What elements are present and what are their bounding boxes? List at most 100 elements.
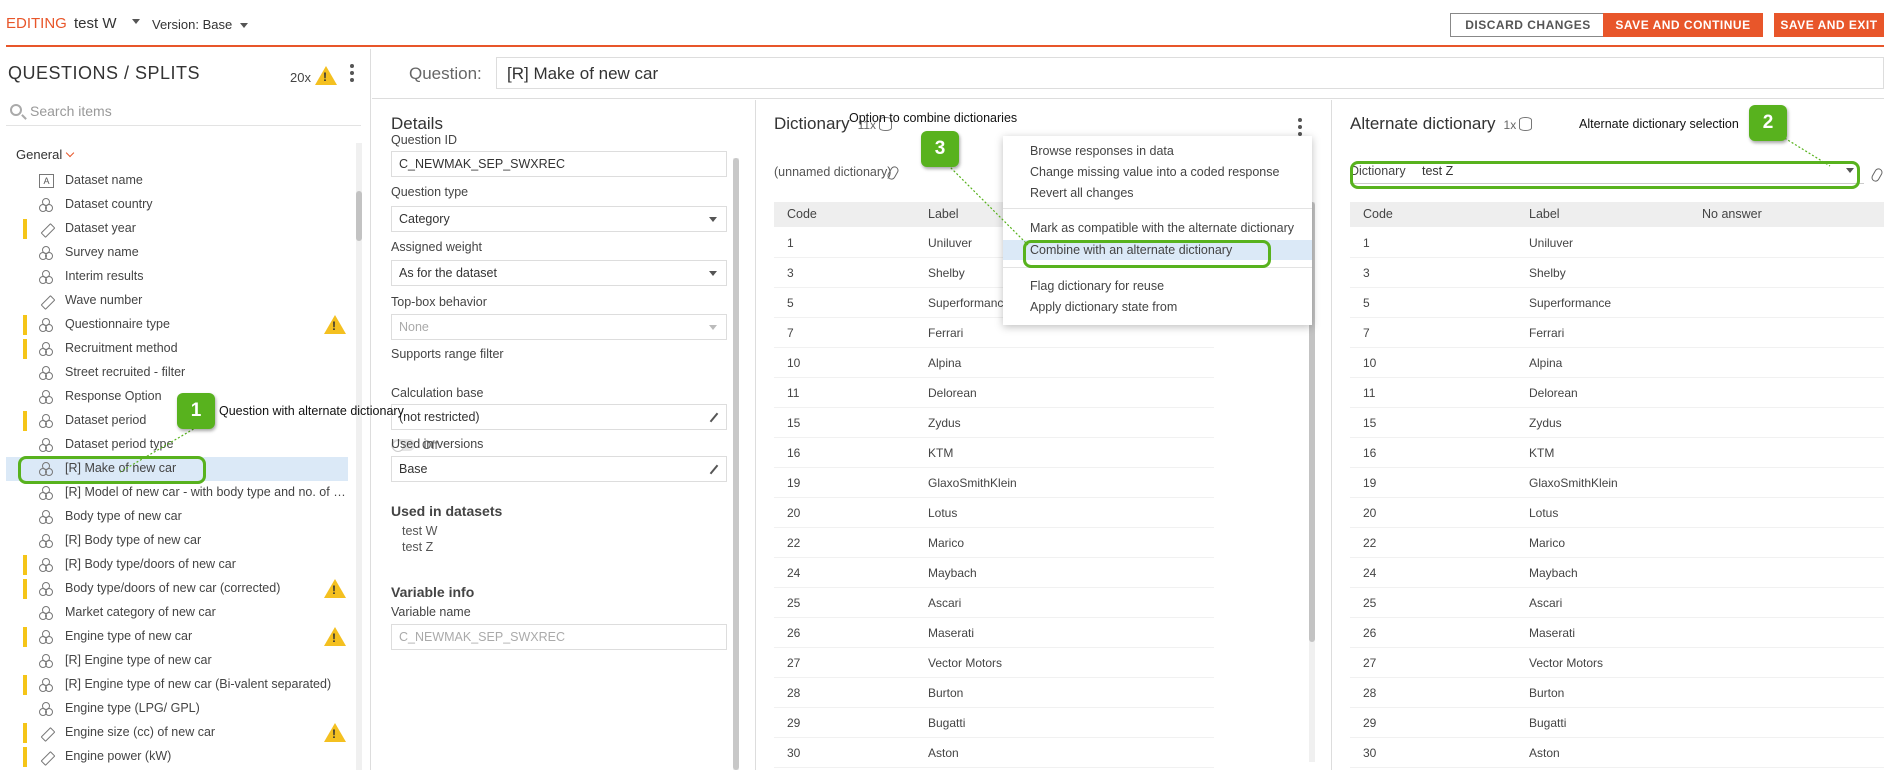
menu-item-change-missing-value[interactable]: Change missing value into a coded respon…	[1003, 162, 1312, 182]
table-row[interactable]: 11 Delorean	[1350, 378, 1884, 408]
menu-item-browse-responses[interactable]: Browse responses in data	[1003, 141, 1312, 161]
question-type-select[interactable]: Category	[391, 206, 727, 232]
table-row[interactable]: 29 Bugatti	[774, 708, 1214, 738]
dataset-selector[interactable]: test W	[74, 15, 117, 32]
list-item-label[interactable]: Dataset name	[65, 173, 347, 187]
table-row[interactable]: 28 Burton	[1350, 678, 1884, 708]
list-item-label[interactable]: [R] Body type/doors of new car	[65, 557, 347, 571]
warning-icon[interactable]	[324, 627, 346, 646]
scrollbar[interactable]	[356, 143, 362, 770]
table-row[interactable]: 24 Maybach	[774, 558, 1214, 588]
list-item[interactable]: [R] Engine type of new car	[6, 649, 348, 673]
menu-item-revert-changes[interactable]: Revert all changes	[1003, 183, 1312, 203]
pencil-icon[interactable]	[709, 464, 719, 475]
list-item-label[interactable]: [R] Engine type of new car	[65, 653, 347, 667]
topbox-select[interactable]: None	[391, 314, 727, 340]
table-row[interactable]: 19 GlaxoSmithKlein	[774, 468, 1214, 498]
column-code[interactable]: Code	[1363, 207, 1393, 221]
list-item[interactable]: Body type of new car	[6, 505, 348, 529]
list-item[interactable]: Dataset country	[6, 193, 348, 217]
question-type-value[interactable]: Category	[399, 212, 450, 226]
list-item[interactable]: Street recruited - filter	[6, 361, 348, 385]
list-item[interactable]: [R] Body type of new car	[6, 529, 348, 553]
list-item-label[interactable]: Engine size (cc) of new car	[65, 725, 347, 739]
list-item-label[interactable]: Market category of new car	[65, 605, 347, 619]
list-item[interactable]: Engine type (LPG/ GPL)	[6, 697, 348, 721]
menu-item-mark-compatible[interactable]: Mark as compatible with the alternate di…	[1003, 218, 1312, 238]
list-item-label[interactable]: Wave number	[65, 293, 347, 307]
list-item-label[interactable]: [R] Model of new car - with body type an…	[65, 485, 347, 499]
list-item-label[interactable]: Survey name	[65, 245, 347, 259]
versions-value[interactable]: Base	[399, 462, 428, 476]
list-item-label[interactable]: Questionnaire type	[65, 317, 347, 331]
version-label[interactable]: Version: Base	[152, 17, 232, 32]
table-row[interactable]: 16 KTM	[1350, 438, 1884, 468]
table-row[interactable]: 20 Lotus	[774, 498, 1214, 528]
warning-icon[interactable]	[324, 315, 346, 334]
pencil-icon[interactable]	[709, 412, 719, 423]
table-row[interactable]: 7 Ferrari	[1350, 318, 1884, 348]
question-field[interactable]: [R] Make of new car	[496, 57, 1884, 89]
list-item-label[interactable]: Interim results	[65, 269, 347, 283]
table-row[interactable]: 1 Uniluver	[1350, 228, 1884, 258]
table-row[interactable]: 30 Aston	[1350, 738, 1884, 768]
table-row[interactable]: 26 Maserati	[1350, 618, 1884, 648]
list-item[interactable]: Interim results	[6, 265, 348, 289]
table-row[interactable]: 28 Burton	[774, 678, 1214, 708]
list-item[interactable]: Dataset period type	[6, 433, 348, 457]
list-item[interactable]: [R] Model of new car - with body type an…	[6, 481, 348, 505]
list-item[interactable]: Recruitment method	[6, 337, 348, 361]
list-item-label[interactable]: Engine type (LPG/ GPL)	[65, 701, 347, 715]
table-row[interactable]: 3 Shelby	[1350, 258, 1884, 288]
list-item-label[interactable]: Body type/doors of new car (corrected)	[65, 581, 347, 595]
column-label[interactable]: Label	[928, 207, 959, 221]
scrollbar[interactable]	[733, 158, 739, 770]
list-item[interactable]: Market category of new car	[6, 601, 348, 625]
chevron-down-icon[interactable]	[240, 23, 249, 29]
save-and-continue-button[interactable]: SAVE AND CONTINUE	[1603, 13, 1763, 37]
save-and-exit-button[interactable]: SAVE AND EXIT	[1774, 13, 1884, 37]
version-selector[interactable]: Version: Base	[152, 17, 249, 32]
list-item[interactable]: [R] Body type/doors of new car	[6, 553, 348, 577]
list-item[interactable]: A Dataset name	[6, 169, 348, 193]
table-row[interactable]: 25 Ascari	[774, 588, 1214, 618]
search-placeholder[interactable]: Search items	[30, 103, 112, 119]
column-code[interactable]: Code	[787, 207, 817, 221]
list-item-label[interactable]: Engine type of new car	[65, 629, 347, 643]
list-item-label[interactable]: [R] Body type of new car	[65, 533, 347, 547]
column-label[interactable]: Label	[1529, 207, 1560, 221]
table-row[interactable]: 10 Alpina	[1350, 348, 1884, 378]
list-item-label[interactable]: Body type of new car	[65, 509, 347, 523]
list-item-label[interactable]: Recruitment method	[65, 341, 347, 355]
list-item-label[interactable]: [R] Engine type of new car (Bi-valent se…	[65, 677, 347, 691]
table-row[interactable]: 5 Superformance	[1350, 288, 1884, 318]
table-row[interactable]: 27 Vector Motors	[1350, 648, 1884, 678]
table-row[interactable]: 15 Zydus	[1350, 408, 1884, 438]
list-item-label[interactable]: Dataset year	[65, 221, 347, 235]
list-item[interactable]: Dataset year	[6, 217, 348, 241]
list-item-label[interactable]: Dataset country	[65, 197, 347, 211]
question-id-value[interactable]: C_NEWMAK_SEP_SWXREC	[399, 157, 565, 171]
versions-field[interactable]: Base	[391, 456, 727, 482]
list-item[interactable]: Engine power (kW)	[6, 745, 348, 769]
table-row[interactable]: 15 Zydus	[774, 408, 1214, 438]
chevron-down-icon[interactable]	[709, 271, 717, 276]
calc-base-field[interactable]: (not restricted)	[391, 404, 727, 430]
table-row[interactable]: 29 Bugatti	[1350, 708, 1884, 738]
table-row[interactable]: 27 Vector Motors	[774, 648, 1214, 678]
table-row[interactable]: 20 Lotus	[1350, 498, 1884, 528]
table-row[interactable]: 10 Alpina	[774, 348, 1214, 378]
warning-icon[interactable]	[324, 723, 346, 742]
topbox-value[interactable]: None	[399, 320, 429, 334]
more-options-icon[interactable]	[350, 64, 354, 85]
table-row[interactable]: 16 KTM	[774, 438, 1214, 468]
warning-count[interactable]: 20x	[290, 66, 337, 85]
menu-item-apply-state[interactable]: Apply dictionary state from	[1003, 297, 1312, 317]
weight-value[interactable]: As for the dataset	[399, 266, 497, 280]
table-row[interactable]: 26 Maserati	[774, 618, 1214, 648]
list-item[interactable]: Questionnaire type	[6, 313, 348, 337]
menu-item-flag-for-reuse[interactable]: Flag dictionary for reuse	[1003, 276, 1312, 296]
chevron-down-icon[interactable]	[66, 148, 75, 158]
discard-changes-button[interactable]: DISCARD CHANGES	[1450, 13, 1606, 37]
chevron-down-icon[interactable]	[132, 19, 140, 24]
